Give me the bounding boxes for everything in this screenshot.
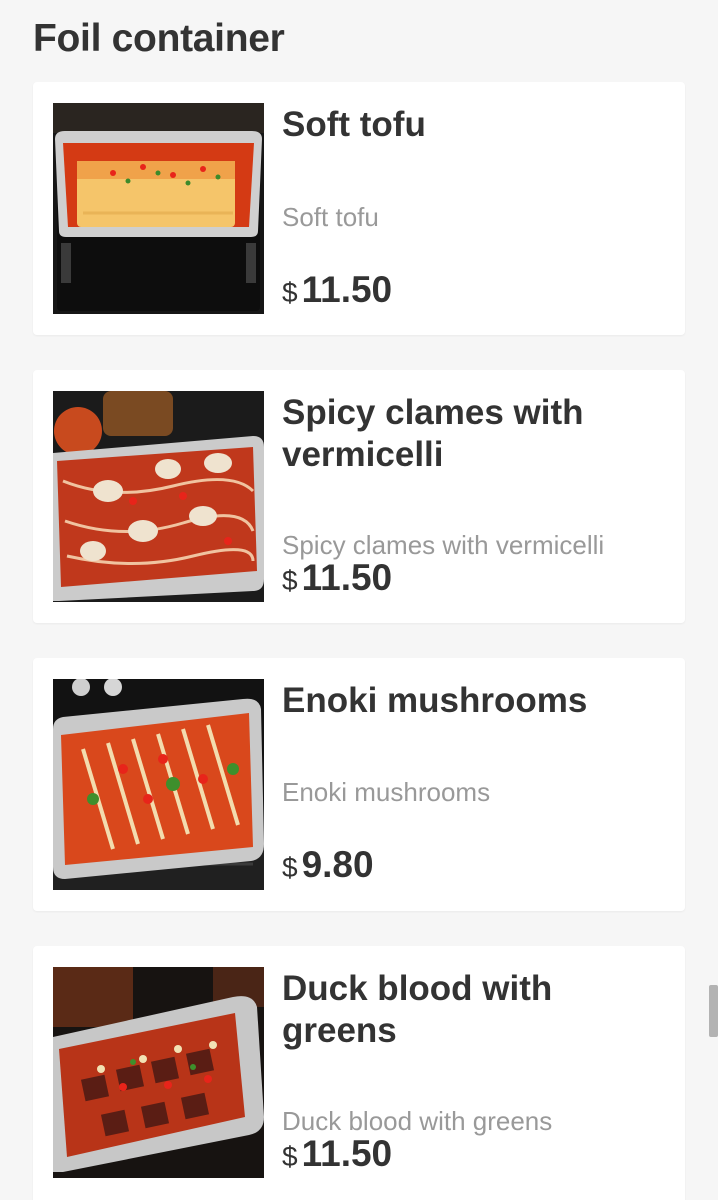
price-amount: 11.50	[301, 1133, 393, 1174]
item-description: Enoki mushrooms	[282, 777, 491, 807]
item-price: $11.50	[282, 556, 392, 608]
scrollbar-thumb[interactable]	[709, 985, 718, 1037]
soft-tofu-photo[interactable]	[53, 103, 264, 314]
price-amount: 9.80	[301, 844, 374, 885]
item-name: Enoki mushrooms	[282, 681, 588, 720]
item-price: $11.50	[282, 268, 392, 320]
item-name: Spicy clames with vermicelli	[282, 393, 584, 474]
menu-page: Foil container Soft tofu Soft tofu $ 11.…	[0, 0, 718, 1200]
menu-item-card[interactable]: Enoki mushrooms Enoki mushrooms $9.80	[33, 658, 685, 911]
currency-symbol: $	[282, 277, 298, 308]
enoki-mushrooms-image	[53, 679, 264, 890]
soft-tofu-image	[53, 103, 264, 314]
item-name: Duck blood with greens	[282, 969, 553, 1050]
price-amount: 11.50	[301, 269, 393, 310]
menu-item-card[interactable]: Duck blood with greens Duck blood with g…	[33, 946, 685, 1200]
duck-blood-image	[53, 967, 264, 1178]
currency-symbol: $	[282, 565, 298, 596]
item-price: $9.80	[282, 843, 374, 895]
spicy-clams-photo[interactable]	[53, 391, 264, 602]
item-description: Soft tofu	[282, 202, 379, 232]
item-price: $11.50	[282, 1132, 392, 1184]
spicy-clams-image	[53, 391, 264, 602]
menu-item-card[interactable]: Soft tofu Soft tofu $11.50	[33, 82, 685, 335]
duck-blood-photo[interactable]	[53, 967, 264, 1178]
menu-item-card[interactable]: Spicy clames with vermicelli Spicy clame…	[33, 370, 685, 623]
section-title: Foil container	[33, 17, 285, 60]
currency-symbol: $	[282, 1141, 298, 1172]
enoki-mushrooms-photo[interactable]	[53, 679, 264, 890]
price-amount: 11.50	[301, 557, 393, 598]
currency-symbol: $	[282, 852, 298, 883]
item-name: Soft tofu	[282, 105, 426, 144]
